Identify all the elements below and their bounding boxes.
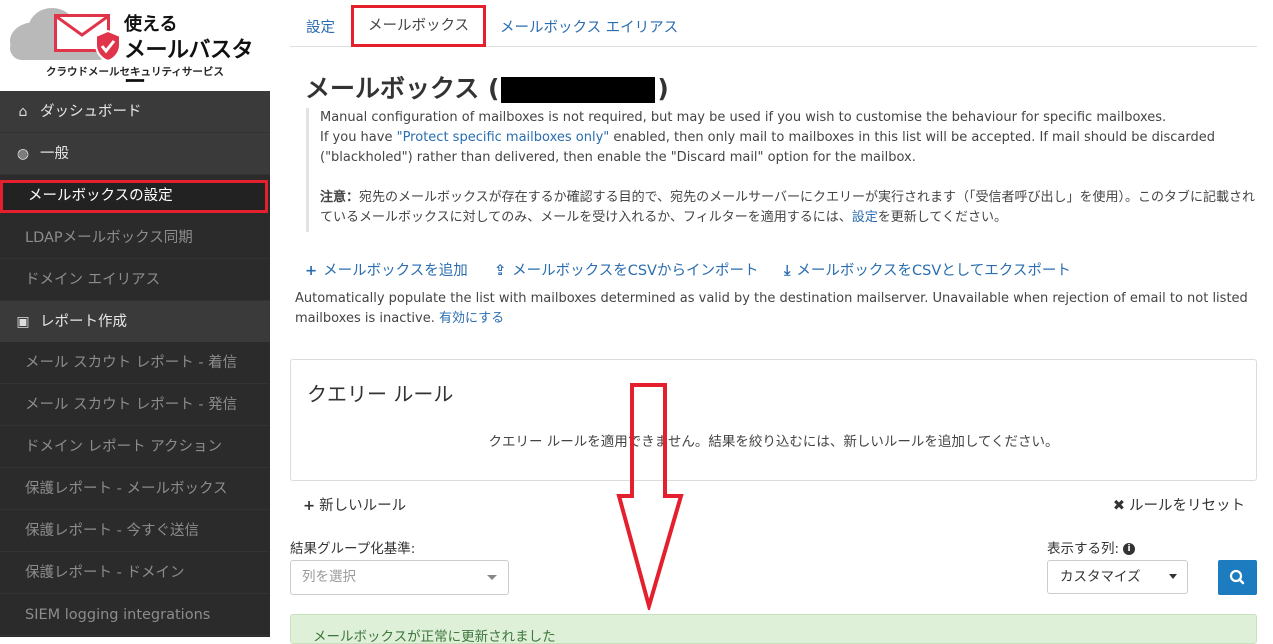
panel-empty-message: クエリー ルールを適用できません。結果を絞り込むには、新しいルールを追加してくだ… <box>488 434 1059 450</box>
sidebar-item-mailbox-settings[interactable]: メールボックスの設定 <box>0 180 268 213</box>
download-icon: ⤓ <box>784 263 791 279</box>
sidebar-section-reports[interactable]: ▣ レポート作成 <box>0 301 270 343</box>
sidebar-section-general[interactable]: ◍ 一般 <box>0 133 270 175</box>
plus-icon: + <box>305 263 318 279</box>
columns-label-text: 表示する列: <box>1047 541 1120 557</box>
plus-icon: + <box>303 498 316 514</box>
add-mailbox-button[interactable]: + メールボックスを追加 <box>305 259 468 280</box>
sidebar-item-label: 保護レポート - メールボックス <box>25 481 228 497</box>
tab-mailbox-alias[interactable]: メールボックス エイリアス <box>500 16 678 37</box>
chevron-down-icon <box>487 575 497 580</box>
enable-link[interactable]: 有効にする <box>439 311 504 326</box>
export-csv-button[interactable]: ⤓ メールボックスをCSVとしてエクスポート <box>784 259 1071 280</box>
notice-text: If you have <box>320 130 397 145</box>
columns-label: 表示する列: i <box>1047 537 1136 557</box>
sidebar-item-scout-inbound[interactable]: メール スカウト レポート - 着信 <box>0 342 270 384</box>
sidebar-item-scout-outbound[interactable]: メール スカウト レポート - 発信 <box>0 384 270 426</box>
search-button[interactable] <box>1218 560 1257 595</box>
auto-populate-description: Automatically populate the list with mai… <box>295 291 1248 326</box>
info-icon[interactable]: i <box>1123 543 1136 555</box>
close-icon: ✖ <box>1112 498 1125 514</box>
home-icon: ⌂ <box>18 104 28 120</box>
sidebar-item-ldap-sync[interactable]: LDAPメールボックス同期 <box>0 217 270 259</box>
import-csv-button[interactable]: ⇪ メールボックスをCSVからインポート <box>494 259 758 280</box>
notice-line: If you have "Protect specific mailboxes … <box>320 128 1256 148</box>
sidebar-item-label: 保護レポート - 今すぐ送信 <box>25 523 199 539</box>
annotation-arrow-icon <box>616 383 684 610</box>
globe-icon: ◍ <box>16 146 30 162</box>
sidebar-item-label: メール スカウト レポート - 着信 <box>25 355 238 371</box>
page-title-text: メールボックス ( <box>305 74 500 103</box>
settings-link[interactable]: 設定 <box>852 210 878 225</box>
main-content: 設定 メールボックス メールボックス エイリアス メールボックス () Manu… <box>290 0 1257 644</box>
sidebar-item-label: 一般 <box>40 146 69 162</box>
close-icon[interactable]: × <box>1229 625 1242 643</box>
page-title: メールボックス () <box>305 69 669 105</box>
new-rule-label: 新しいルール <box>319 498 407 514</box>
columns-value: カスタマイズ <box>1060 569 1141 585</box>
sidebar-item-label: レポート作成 <box>40 314 127 330</box>
tab-mailbox[interactable]: メールボックス <box>351 5 486 47</box>
new-rule-button[interactable]: + 新しいルール <box>303 494 406 515</box>
auto-populate-text: Automatically populate the list with mai… <box>295 289 1273 329</box>
group-by-label: 結果グループ化基準: <box>290 541 416 557</box>
group-by-select[interactable]: 列を選択 <box>290 560 509 595</box>
sidebar-item-siem[interactable]: SIEM logging integrations <box>0 594 270 636</box>
page-title-suffix: ) <box>657 74 669 103</box>
upload-icon: ⇪ <box>494 263 507 279</box>
info-notice: Manual configuration of mailboxes is not… <box>306 108 1256 232</box>
notice-line: ("blackholed") rather than delivered, th… <box>320 150 916 165</box>
protect-specific-link[interactable]: "Protect specific mailboxes only" <box>397 130 610 145</box>
notice-text: enabled, then only mail to mailboxes in … <box>609 130 1215 145</box>
reset-rules-button[interactable]: ✖ ルールをリセット <box>1113 494 1245 515</box>
note-label: 注意： <box>320 190 360 205</box>
sidebar-item-label: メールボックスの設定 <box>28 188 173 204</box>
redaction-block <box>501 77 656 103</box>
sidebar-item-dashboard[interactable]: ⌂ ダッシュボード <box>0 91 270 133</box>
shield-icon <box>95 30 121 62</box>
group-by-placeholder: 列を選択 <box>302 569 356 585</box>
success-alert: メールボックスが正常に更新されました × <box>290 614 1257 644</box>
action-label: メールボックスをCSVからインポート <box>512 263 759 279</box>
notice-line: Manual configuration of mailboxes is not… <box>320 110 1167 125</box>
sidebar-item-protect-domain[interactable]: 保護レポート - ドメイン <box>0 552 270 594</box>
note-text: 宛先のメールボックスが存在するか確認する目的で、宛先のメールサーバーにクエリーが… <box>320 190 1255 225</box>
sidebar-item-protect-mailbox[interactable]: 保護レポート - メールボックス <box>0 468 270 510</box>
query-rules-panel: クエリー ルール クエリー ルールを適用できません。結果を絞り込むには、新しいル… <box>290 359 1257 481</box>
notice-note: 注意：宛先のメールボックスが存在するか確認する目的で、宛先のメールサーバーにクエ… <box>320 188 1256 228</box>
sidebar-item-label: ダッシュボード <box>40 104 142 120</box>
sidebar-item-label: 保護レポート - ドメイン <box>25 565 185 581</box>
sidebar-item-domain-report-action[interactable]: ドメイン レポート アクション <box>0 426 270 468</box>
sidebar-item-label: メール スカウト レポート - 発信 <box>25 397 238 413</box>
sidebar-item-label: ドメイン レポート アクション <box>25 439 222 455</box>
sidebar-item-domain-alias[interactable]: ドメイン エイリアス <box>0 259 270 301</box>
sidebar: 使える メールバスター クラウドメールセキュリティサービス ⌂ ダッシュボード ◍… <box>0 0 270 637</box>
tab-bar: 設定 メールボックス メールボックス エイリアス <box>290 0 1257 47</box>
action-label: メールボックスをCSVとしてエクスポート <box>796 263 1071 279</box>
sidebar-item-label: LDAPメールボックス同期 <box>25 230 193 246</box>
search-icon <box>1229 569 1245 585</box>
sidebar-item-label: ドメイン エイリアス <box>25 272 161 288</box>
brand-logo[interactable]: 使える メールバスター クラウドメールセキュリティサービス <box>0 0 270 95</box>
chevron-down-icon <box>1169 574 1177 579</box>
brand-tagline: クラウドメールセキュリティサービス <box>46 66 224 78</box>
action-label: メールボックスを追加 <box>323 263 468 279</box>
note-text: を更新してください。 <box>877 210 1007 225</box>
reset-rules-label: ルールをリセット <box>1129 498 1245 514</box>
tab-settings[interactable]: 設定 <box>306 16 335 37</box>
columns-select[interactable]: カスタマイズ <box>1047 560 1188 594</box>
sidebar-item-label: SIEM logging integrations <box>25 607 211 623</box>
panel-title: クエリー ルール <box>307 382 454 406</box>
sidebar-item-protect-send-now[interactable]: 保護レポート - 今すぐ送信 <box>0 510 270 552</box>
inbox-icon: ▣ <box>16 314 30 330</box>
